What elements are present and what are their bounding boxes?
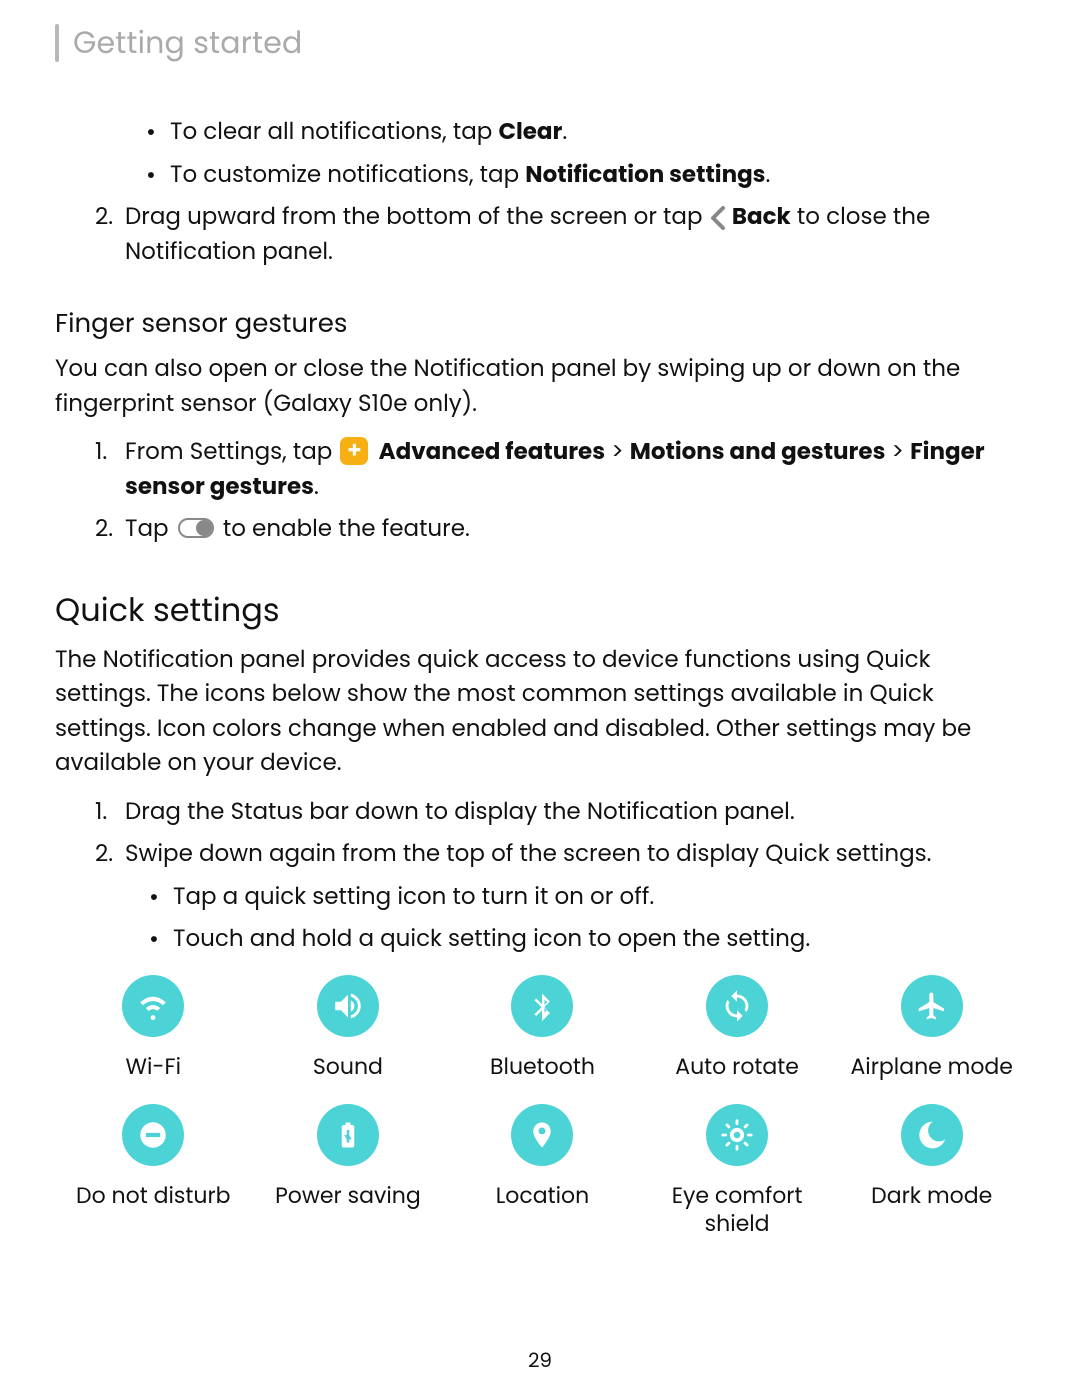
qs-label: Power saving <box>275 1182 421 1210</box>
header-accent-bar <box>55 24 59 62</box>
bold-text: Notification settings <box>525 159 765 191</box>
text: to enable the feature. <box>217 513 470 545</box>
text: From Settings, tap <box>125 436 338 468</box>
finger-sensor-desc: You can also open or close the Notificat… <box>55 352 1030 421</box>
auto-rotate-icon <box>706 975 768 1037</box>
qs-item-auto-rotate: Auto rotate <box>645 975 830 1081</box>
qs-item-eye-comfort: Eye comfort shield <box>645 1104 830 1237</box>
text: Drag upward from the bottom of the scree… <box>125 201 709 233</box>
close-panel-steps: 2. Drag upward from the bottom of the sc… <box>95 200 1030 269</box>
quick-settings-sublist: Tap a quick setting icon to turn it on o… <box>143 880 1030 957</box>
qs-item-location: Location <box>450 1104 635 1237</box>
finger-sensor-heading: Finger sensor gestures <box>55 305 1030 344</box>
qs-label: Eye comfort shield <box>645 1182 830 1237</box>
qs-label: Location <box>496 1182 589 1210</box>
qs-label: Airplane mode <box>850 1053 1012 1081</box>
text: Tap <box>125 513 175 545</box>
step-number: 2. <box>95 200 113 235</box>
quick-settings-steps: 1. Drag the Status bar down to display t… <box>95 795 1030 957</box>
location-icon <box>511 1104 573 1166</box>
page-header: Getting started <box>55 20 1030 65</box>
qs-item-dnd: Do not disturb <box>61 1104 246 1237</box>
text: > <box>605 436 630 468</box>
text: Swipe down again from the top of the scr… <box>125 838 931 870</box>
step-number: 2. <box>95 512 113 547</box>
notification-tips-list: To clear all notifications, tap Clear. T… <box>140 115 1030 192</box>
text: . <box>562 116 567 148</box>
bluetooth-icon <box>511 975 573 1037</box>
toggle-icon <box>178 518 214 538</box>
list-item: Tap a quick setting icon to turn it on o… <box>143 880 1030 915</box>
quick-settings-desc: The Notification panel provides quick ac… <box>55 643 1030 781</box>
text: . <box>766 159 771 191</box>
finger-sensor-steps: 1. From Settings, tap Advanced features … <box>95 435 1030 547</box>
text: To clear all notifications, tap <box>170 116 498 148</box>
text: Drag the Status bar down to display the … <box>125 796 795 828</box>
text: Tap a quick setting icon to turn it on o… <box>173 881 654 913</box>
bold-text: Motions and gestures <box>630 436 886 468</box>
qs-item-bluetooth: Bluetooth <box>450 975 635 1081</box>
bold-text: Advanced features <box>379 436 605 468</box>
list-item: To customize notifications, tap Notifica… <box>140 158 1030 193</box>
list-item: 2. Tap to enable the feature. <box>95 512 1030 547</box>
advanced-features-icon <box>340 437 368 465</box>
list-item: 2. Swipe down again from the top of the … <box>95 837 1030 957</box>
qs-item-dark-mode: Dark mode <box>839 1104 1024 1237</box>
airplane-icon <box>901 975 963 1037</box>
qs-item-power-saving: Power saving <box>256 1104 441 1237</box>
page-number: 29 <box>0 1345 1080 1375</box>
qs-item-sound: Sound <box>256 975 441 1081</box>
dark-mode-icon <box>901 1104 963 1166</box>
list-item: 1. Drag the Status bar down to display t… <box>95 795 1030 830</box>
text: > <box>885 436 910 468</box>
qs-label: Bluetooth <box>490 1053 595 1081</box>
wifi-icon <box>122 975 184 1037</box>
list-item: 2. Drag upward from the bottom of the sc… <box>95 200 1030 269</box>
qs-label: Do not disturb <box>76 1182 231 1210</box>
list-item: Touch and hold a quick setting icon to o… <box>143 922 1030 957</box>
power-saving-icon <box>317 1104 379 1166</box>
header-title: Getting started <box>73 20 303 65</box>
step-number: 2. <box>95 837 113 872</box>
bold-text: Clear <box>498 116 562 148</box>
bold-text: Back <box>732 201 791 233</box>
do-not-disturb-icon <box>122 1104 184 1166</box>
sound-icon <box>317 975 379 1037</box>
qs-item-wifi: Wi-Fi <box>61 975 246 1081</box>
qs-item-airplane: Airplane mode <box>839 975 1024 1081</box>
eye-comfort-icon <box>706 1104 768 1166</box>
step-number: 1. <box>95 795 107 830</box>
qs-label: Sound <box>313 1053 383 1081</box>
text: Touch and hold a quick setting icon to o… <box>173 923 810 955</box>
text: . <box>314 471 319 503</box>
list-item: To clear all notifications, tap Clear. <box>140 115 1030 150</box>
quick-settings-heading: Quick settings <box>55 587 1030 635</box>
quick-settings-grid: Wi-Fi Sound Bluetooth Auto rotate <box>55 975 1030 1238</box>
qs-label: Wi-Fi <box>126 1053 182 1081</box>
list-item: 1. From Settings, tap Advanced features … <box>95 435 1030 504</box>
text: To customize notifications, tap <box>170 159 525 191</box>
qs-label: Dark mode <box>871 1182 992 1210</box>
back-icon <box>709 206 726 230</box>
qs-label: Auto rotate <box>675 1053 799 1081</box>
step-number: 1. <box>95 435 107 470</box>
